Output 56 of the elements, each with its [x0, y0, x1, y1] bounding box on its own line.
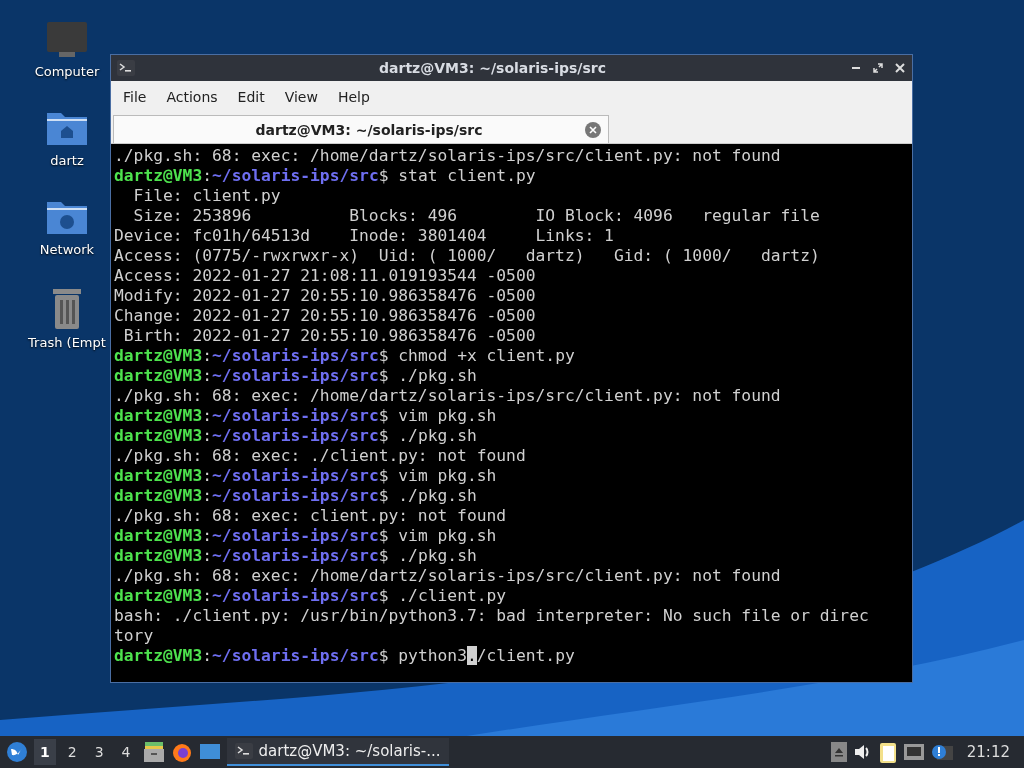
terminal-prompt-line: dartz@VM3:~/solaris-ips/src$ ./pkg.sh: [114, 546, 477, 566]
close-tab-icon[interactable]: [584, 120, 602, 139]
terminal-output-line: ./pkg.sh: 68: exec: client.py: not found: [114, 506, 507, 526]
terminal-output-line: File: client.py: [132, 186, 281, 206]
desktop-icon-label[interactable]: dartz: [50, 153, 84, 168]
terminal-output-line: Size: 253896 Blocks: 496 IO Block: 4096 regular file: [132, 206, 820, 226]
terminal-prompt-line: dartz@VM3:~/solaris-ips/src$ vim pkg.sh: [114, 406, 497, 426]
terminal-output-line: ./pkg.sh: 68: exec: /home/dartz/solaris-ips/src/client.py: not found: [114, 386, 781, 406]
desktop-icon-label[interactable]: Computer: [34, 64, 100, 79]
close-icon[interactable]: [894, 62, 906, 74]
maximize-icon[interactable]: [872, 62, 884, 74]
terminal-prompt-line: dartz@VM3:~/solaris-ips/src$ ./pkg.sh: [114, 426, 477, 446]
terminal-output-line: Access: (0775/-rwxrwxr-x) Uid: ( 1000/ dartz) Gid: ( 1000/ dartz): [114, 246, 820, 266]
terminal-output-line: ./pkg.sh: 68: exec: /home/dartz/solaris-ips/src/client.py: not found: [114, 146, 781, 166]
terminal-output-line: tory: [114, 626, 154, 646]
terminal-tab[interactable]: dartz@VM3: ~/solaris-ips/src: [113, 115, 609, 143]
eject-icon[interactable]: [830, 742, 847, 762]
terminal-prompt-line: dartz@VM3:~/solaris-ips/src$ python3./client.py: [114, 646, 575, 666]
terminal-output-line: Modify: 2022-01-27 20:55:10.986358476 -0500: [114, 286, 536, 306]
terminal-output-line: Device: fc01h/64513d Inode: 3801404 Links: 1: [114, 226, 614, 246]
desktop-icon-label[interactable]: Network: [39, 242, 95, 257]
workspace-button[interactable]: 1: [34, 739, 56, 765]
taskbar-task[interactable]: dartz@VM3: ~/solaris-...: [226, 738, 449, 766]
menu-icon[interactable]: [6, 741, 28, 763]
terminal-prompt-line: dartz@VM3:~/solaris-ips/src$ ./client.py: [114, 586, 507, 606]
terminal-icon: [117, 60, 135, 76]
terminal-output-line: Access: 2022-01-27 21:08:11.019193544 -0500: [114, 266, 536, 286]
terminal-prompt-line: dartz@VM3:~/solaris-ips/src$ chmod +x client.py: [114, 346, 575, 366]
file-cabinet-icon[interactable]: [142, 742, 165, 762]
terminal-output-line: ./pkg.sh: 68: exec: ./client.py: not found: [114, 446, 526, 466]
terminal-prompt-line: dartz@VM3:~/solaris-ips/src$ stat client.py: [114, 166, 536, 186]
desktop-icon[interactable]: [198, 743, 221, 761]
workspace-button[interactable]: 2: [61, 739, 83, 765]
network-port-icon[interactable]: [902, 743, 925, 761]
menu-item[interactable]: Edit: [227, 85, 275, 109]
terminal-prompt-line: dartz@VM3:~/solaris-ips/src$ ./pkg.sh: [114, 366, 477, 386]
browser-icon[interactable]: [170, 741, 193, 763]
menu-item[interactable]: Actions: [156, 85, 228, 109]
window-title: dartz@VM3: ~/solaris-ips/src: [378, 60, 607, 76]
terminal-prompt-line: dartz@VM3:~/solaris-ips/src$ vim pkg.sh: [114, 526, 497, 546]
terminal-output-line: Birth: 2022-01-27 20:55:10.986358476 -0500: [122, 326, 536, 346]
clock[interactable]: 21:12: [958, 743, 1018, 761]
workspace-button[interactable]: 4: [115, 739, 137, 765]
terminal-icon: [234, 743, 253, 759]
terminal-prompt-line: dartz@VM3:~/solaris-ips/src$ vim pkg.sh: [114, 466, 497, 486]
menu-item[interactable]: View: [274, 85, 328, 109]
menu-item[interactable]: File: [113, 85, 157, 109]
terminal-output-line: bash: ./client.py: /usr/bin/python3.7: bad interpreter: No such file or direc: [114, 606, 869, 626]
terminal-output-line: Change: 2022-01-27 20:55:10.986358476 -0500: [114, 306, 536, 326]
workspace-button[interactable]: 3: [88, 739, 110, 765]
terminal-prompt-line: dartz@VM3:~/solaris-ips/src$ ./pkg.sh: [114, 486, 477, 506]
clipboard-icon[interactable]: [878, 741, 897, 763]
terminal-output-line: ./pkg.sh: 68: exec: /home/dartz/solaris-ips/src/client.py: not found: [114, 566, 781, 586]
desktop-icon-label[interactable]: Trash (Empt: [28, 335, 106, 350]
menu-item[interactable]: Help: [327, 85, 380, 109]
notification-icon[interactable]: [930, 743, 953, 761]
